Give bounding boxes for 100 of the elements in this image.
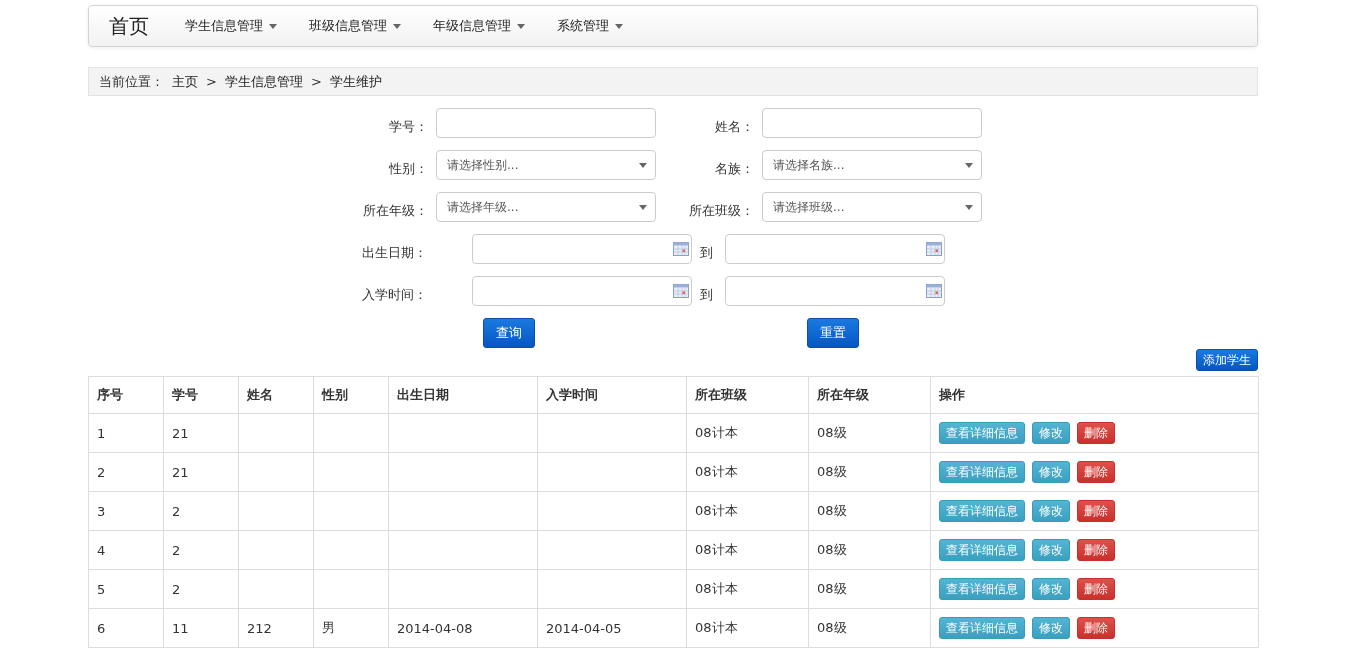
table-cell: 212 [238, 608, 314, 648]
table-cell: 2 [163, 491, 239, 531]
view-details-button[interactable]: 查看详细信息 [939, 461, 1025, 483]
table-cell: 08计本 [686, 608, 809, 648]
select-field[interactable]: 请选择名族... [762, 150, 982, 180]
column-header: 入学时间 [537, 376, 687, 414]
field-label: 所在班级： [688, 202, 755, 220]
field-label: 性别： [388, 160, 429, 178]
caret-icon [517, 23, 525, 29]
view-details-button[interactable]: 查看详细信息 [939, 578, 1025, 600]
column-header: 性别 [313, 376, 389, 414]
table-cell: 21 [163, 452, 239, 492]
column-header: 姓名 [238, 376, 314, 414]
calendar-icon [673, 242, 689, 256]
table-cell: 08计本 [686, 452, 809, 492]
table-cell: 3 [88, 491, 164, 531]
table-cell: 男 [313, 608, 389, 648]
table-cell: 2014-04-05 [537, 608, 687, 648]
breadcrumb-separator: > [310, 74, 322, 89]
table-cell: 08计本 [686, 491, 809, 531]
column-header: 操作 [930, 376, 1259, 414]
column-header: 学号 [163, 376, 239, 414]
table-cell: 2 [163, 530, 239, 570]
table-cell: 2014-04-08 [388, 608, 538, 648]
dropdown-caret-icon [965, 204, 973, 210]
table-cell: 08计本 [686, 569, 809, 609]
date-field[interactable] [472, 276, 692, 306]
delete-button[interactable]: 删除 [1077, 617, 1115, 639]
breadcrumb-link[interactable]: 学生信息管理 [224, 72, 303, 91]
dropdown-caret-icon [965, 162, 973, 168]
query-button[interactable]: 查询 [483, 318, 535, 348]
column-header: 所在年级 [808, 376, 931, 414]
table-cell: 08级 [808, 452, 931, 492]
edit-button[interactable]: 修改 [1032, 500, 1070, 522]
column-header: 所在班级 [686, 376, 809, 414]
table-cell: 1 [88, 413, 164, 453]
nav-menu[interactable]: 年级信息管理 [419, 17, 539, 35]
reset-button[interactable]: 重置 [807, 318, 859, 348]
input-field[interactable] [436, 108, 656, 138]
caret-icon [615, 23, 623, 29]
edit-button[interactable]: 修改 [1032, 617, 1070, 639]
column-header: 序号 [88, 376, 164, 414]
breadcrumb-separator: > [206, 74, 217, 89]
view-details-button[interactable]: 查看详细信息 [939, 422, 1025, 444]
table-cell: 08级 [808, 569, 931, 609]
delete-button[interactable]: 删除 [1077, 578, 1115, 600]
table-cell: 08计本 [686, 530, 809, 570]
date-field[interactable] [725, 276, 945, 306]
field-label: 出生日期： [362, 244, 428, 262]
field-label: 学号： [388, 118, 429, 136]
view-details-button[interactable]: 查看详细信息 [939, 617, 1025, 639]
table-cell: 2 [88, 452, 164, 492]
table-cell: 08计本 [686, 413, 809, 453]
date-field[interactable] [725, 234, 945, 264]
input-field[interactable] [762, 108, 982, 138]
calendar-icon [926, 284, 942, 298]
add-student-button[interactable]: 添加学生 [1196, 349, 1258, 371]
view-details-button[interactable]: 查看详细信息 [939, 539, 1025, 561]
table-cell: 4 [88, 530, 164, 570]
caret-icon [269, 23, 277, 29]
view-details-button[interactable]: 查看详细信息 [939, 500, 1025, 522]
delete-button[interactable]: 删除 [1077, 500, 1115, 522]
edit-button[interactable]: 修改 [1032, 422, 1070, 444]
dropdown-caret-icon [639, 162, 647, 168]
select-field[interactable]: 请选择年级... [436, 192, 656, 222]
table-cell: 08级 [808, 413, 931, 453]
brand-link[interactable]: 首页 [109, 12, 149, 40]
breadcrumb-link[interactable]: 学生维护 [329, 72, 382, 91]
table-cell: 08级 [808, 608, 931, 648]
table-cell: 6 [88, 608, 164, 648]
field-label: 名族： [714, 160, 755, 178]
table-cell: 5 [88, 569, 164, 609]
delete-button[interactable]: 删除 [1077, 539, 1115, 561]
column-header: 出生日期 [388, 376, 538, 414]
nav-menu[interactable]: 班级信息管理 [295, 17, 415, 35]
edit-button[interactable]: 修改 [1032, 578, 1070, 600]
caret-icon [393, 23, 401, 29]
calendar-icon [673, 284, 689, 298]
field-label: 入学时间： [362, 286, 428, 304]
range-label: 到 [699, 286, 714, 304]
delete-button[interactable]: 删除 [1077, 461, 1115, 483]
table-cell: 2 [163, 569, 239, 609]
delete-button[interactable]: 删除 [1077, 422, 1115, 444]
calendar-icon [926, 242, 942, 256]
date-field[interactable] [472, 234, 692, 264]
edit-button[interactable]: 修改 [1032, 539, 1070, 561]
table-cell: 21 [163, 413, 239, 453]
table-cell: 08级 [808, 491, 931, 531]
range-label: 到 [699, 244, 714, 262]
breadcrumb-prefix: 当前位置： [99, 72, 164, 91]
select-field[interactable]: 请选择性别... [436, 150, 656, 180]
table-cell: 11 [163, 608, 239, 648]
table-cell: 08级 [808, 530, 931, 570]
field-label: 所在年级： [362, 202, 429, 220]
nav-menu[interactable]: 系统管理 [543, 17, 637, 35]
field-label: 姓名： [714, 118, 755, 136]
select-field[interactable]: 请选择班级... [762, 192, 982, 222]
breadcrumb-link[interactable]: 主页 [172, 72, 198, 91]
nav-menu[interactable]: 学生信息管理 [171, 17, 291, 35]
edit-button[interactable]: 修改 [1032, 461, 1070, 483]
